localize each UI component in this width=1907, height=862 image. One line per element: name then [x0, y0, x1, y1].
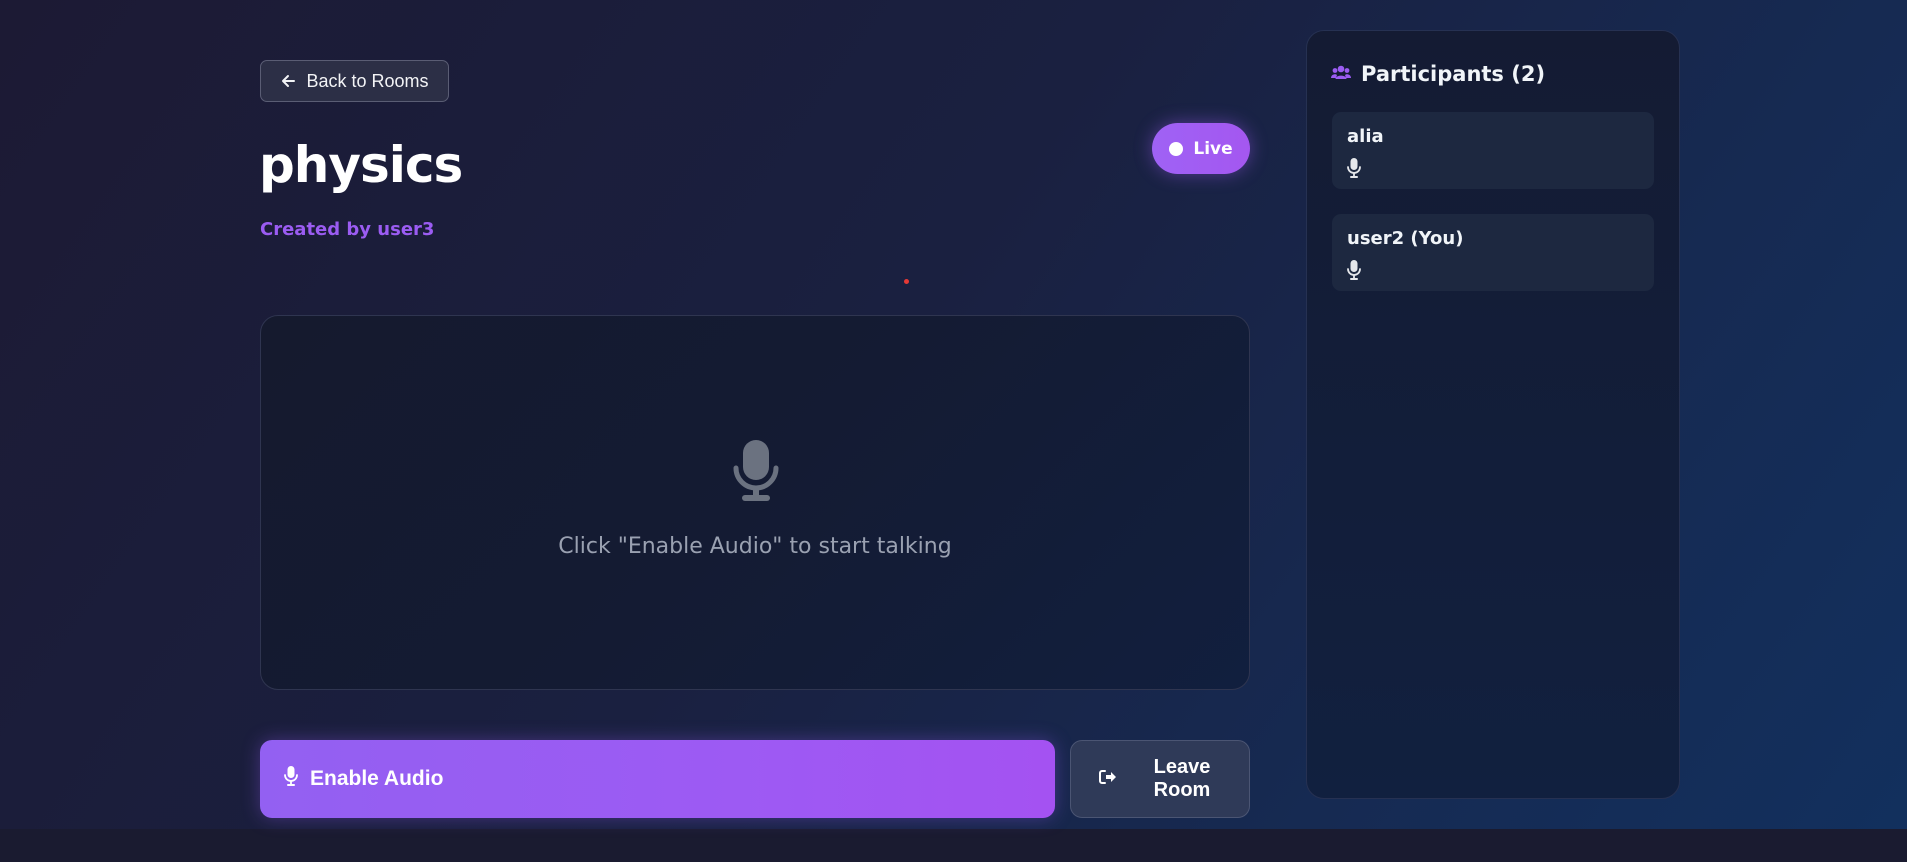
back-to-rooms-button[interactable]: Back to Rooms	[260, 60, 449, 102]
enable-audio-label: Enable Audio	[310, 767, 444, 790]
live-dot-icon	[1169, 141, 1184, 156]
room-creator: Created by user3	[260, 219, 435, 240]
users-icon	[1331, 64, 1351, 84]
participant-card: user2 (You)	[1332, 214, 1654, 291]
participant-name: alia	[1347, 126, 1384, 147]
participants-header: Participants (2)	[1331, 62, 1545, 86]
sign-out-icon	[1099, 768, 1117, 791]
leave-room-label: Leave Room	[1153, 756, 1211, 801]
bottom-strip	[0, 829, 1907, 862]
leave-room-button[interactable]: Leave Room	[1070, 740, 1250, 818]
microphone-icon	[1347, 260, 1361, 284]
room-title: physics	[259, 136, 463, 194]
live-status-label: Live	[1193, 138, 1233, 159]
microphone-icon	[733, 440, 779, 506]
microphone-icon	[284, 766, 298, 792]
participants-panel: Participants (2) alia user2 (You)	[1306, 30, 1680, 799]
participant-card: alia	[1332, 112, 1654, 189]
participant-name: user2 (You)	[1347, 228, 1464, 249]
arrow-left-icon	[280, 73, 296, 89]
enable-audio-button[interactable]: Enable Audio	[260, 740, 1055, 818]
back-to-rooms-label: Back to Rooms	[306, 70, 429, 91]
status-indicator-dot	[904, 279, 909, 284]
microphone-icon	[1347, 158, 1361, 182]
audio-panel: Click "Enable Audio" to start talking	[260, 315, 1250, 690]
audio-panel-message: Click "Enable Audio" to start talking	[558, 534, 952, 559]
live-status-badge: Live	[1152, 123, 1250, 174]
participants-title: Participants (2)	[1361, 62, 1546, 86]
